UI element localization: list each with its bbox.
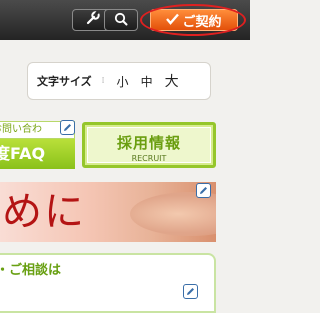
hero-text: めに	[2, 189, 86, 235]
recruit-subtitle: RECRUIT	[131, 154, 167, 163]
pencil-icon[interactable]	[183, 284, 198, 299]
consult-text: ・ご相談は	[0, 263, 62, 278]
faq-label: 度FAQ	[0, 139, 75, 169]
wrench-icon	[85, 10, 101, 30]
font-size-panel: 文字サイズ ⁞ 小 中 大	[27, 62, 211, 100]
search-button[interactable]	[104, 9, 138, 31]
recruit-button[interactable]: 採用情報 RECRUIT	[82, 122, 216, 168]
search-icon	[114, 11, 128, 30]
recruit-inner: 採用情報 RECRUIT	[87, 127, 211, 163]
hero-banner: めに	[0, 182, 216, 242]
divider: ⁞	[101, 76, 105, 86]
pencil-icon[interactable]	[60, 120, 75, 135]
highlight-ring	[140, 4, 246, 36]
font-size-medium[interactable]: 中	[141, 73, 153, 90]
hand-image	[130, 192, 216, 236]
font-size-small[interactable]: 小	[117, 73, 129, 90]
consult-box: ・ご相談は	[0, 253, 216, 313]
recruit-title: 採用情報	[116, 134, 181, 152]
top-bar: ご契約	[0, 0, 250, 40]
pencil-icon[interactable]	[196, 183, 211, 198]
font-size-large[interactable]: 大	[165, 71, 179, 91]
font-size-label: 文字サイズ	[37, 75, 92, 88]
